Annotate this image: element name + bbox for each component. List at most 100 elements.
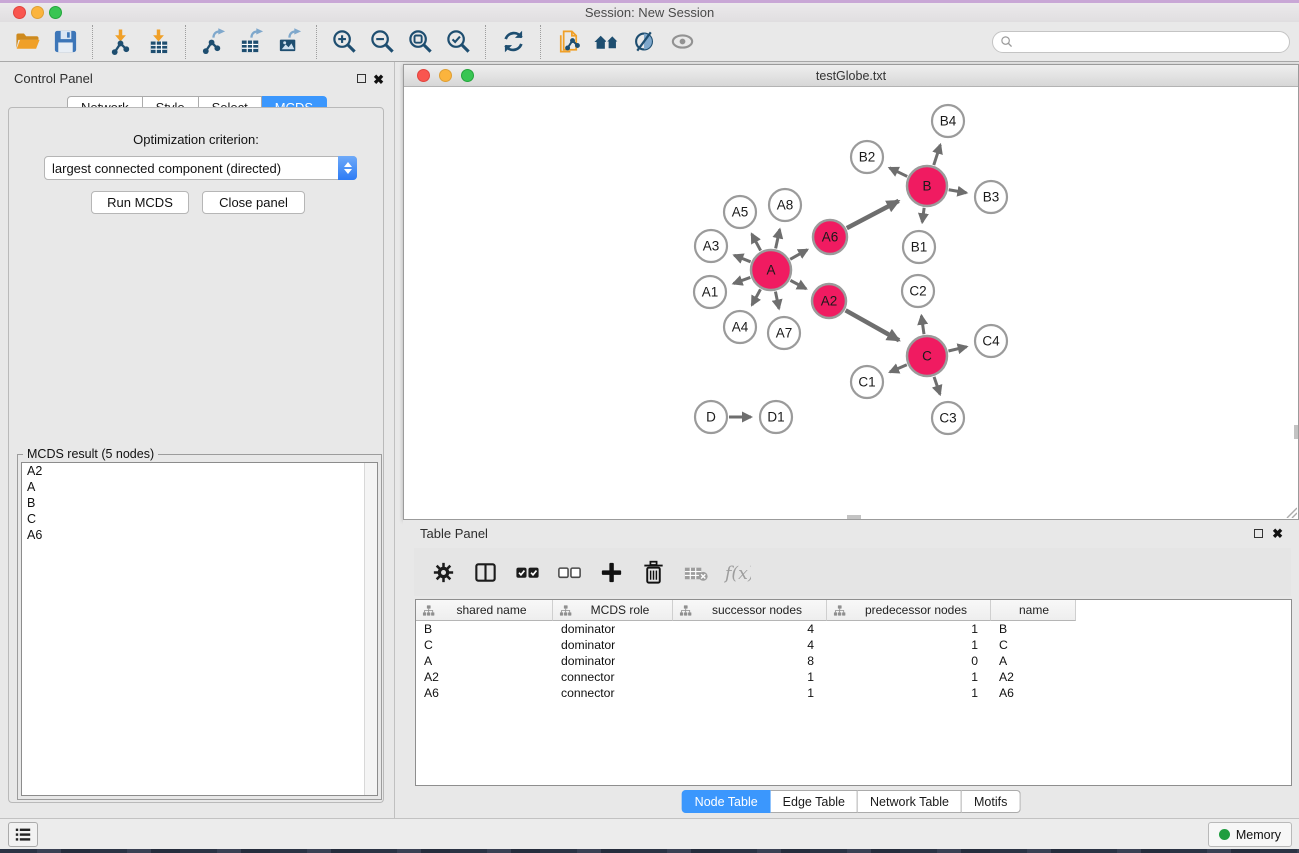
- table-cell[interactable]: 0: [827, 653, 991, 669]
- table-cell[interactable]: 1: [827, 669, 991, 685]
- import-network-button[interactable]: [103, 25, 137, 59]
- export-table-button[interactable]: [234, 25, 268, 59]
- graph-edge-A-A1[interactable]: [734, 277, 751, 283]
- graph-node-C3[interactable]: C3: [932, 402, 964, 434]
- column-header-successor-nodes[interactable]: successor nodes: [673, 600, 827, 621]
- tab-motifs[interactable]: Motifs: [962, 790, 1020, 813]
- graph-node-C2[interactable]: C2: [902, 275, 934, 307]
- mcds-list-scrollbar[interactable]: [364, 463, 377, 795]
- graph-edge-A2-C[interactable]: [846, 310, 900, 340]
- column-header-mcds-role[interactable]: MCDS role: [553, 600, 673, 621]
- settings-gear-button[interactable]: [426, 555, 460, 589]
- table-cell[interactable]: C: [991, 637, 1076, 653]
- graph-edge-B-B4[interactable]: [934, 145, 941, 165]
- graph-node-A3[interactable]: A3: [695, 230, 727, 262]
- zoom-selected-button[interactable]: [441, 25, 475, 59]
- close-panel-icon[interactable]: ✖: [373, 74, 384, 86]
- column-header-shared-name[interactable]: shared name: [416, 600, 553, 621]
- table-cell[interactable]: connector: [553, 669, 673, 685]
- graph-edge-B-B1[interactable]: [922, 208, 924, 222]
- graph-edge-C-C4[interactable]: [948, 347, 966, 351]
- graph-node-B[interactable]: B: [907, 166, 947, 206]
- network-close-button[interactable]: [417, 69, 430, 82]
- graph-edge-C-C1[interactable]: [890, 365, 907, 372]
- graph-node-A8[interactable]: A8: [769, 189, 801, 221]
- graph-node-D1[interactable]: D1: [760, 401, 792, 433]
- graph-node-B4[interactable]: B4: [932, 105, 964, 137]
- graph-edge-B-B3[interactable]: [949, 190, 967, 193]
- graph-node-C4[interactable]: C4: [975, 325, 1007, 357]
- mcds-result-item[interactable]: C: [22, 511, 377, 527]
- graph-node-C[interactable]: C: [907, 336, 947, 376]
- zoom-fit-button[interactable]: [403, 25, 437, 59]
- task-history-button[interactable]: [8, 822, 38, 847]
- mcds-result-item[interactable]: A6: [22, 527, 377, 543]
- zoom-in-button[interactable]: [327, 25, 361, 59]
- tab-edge-table[interactable]: Edge Table: [771, 790, 858, 813]
- save-session-button[interactable]: [48, 25, 82, 59]
- deselect-all-button[interactable]: [552, 555, 586, 589]
- network-minimize-button[interactable]: [439, 69, 452, 82]
- column-header-name[interactable]: name: [991, 600, 1076, 621]
- mcds-result-item[interactable]: A: [22, 479, 377, 495]
- graph-node-B3[interactable]: B3: [975, 181, 1007, 213]
- table-cell[interactable]: C: [416, 637, 553, 653]
- table-cell[interactable]: B: [416, 621, 553, 637]
- table-cell[interactable]: 1: [827, 685, 991, 701]
- table-cell[interactable]: 1: [673, 669, 827, 685]
- resize-grip-icon[interactable]: [1284, 505, 1297, 518]
- column-header-predecessor-nodes[interactable]: predecessor nodes: [827, 600, 991, 621]
- toggle-column-panel-button[interactable]: [468, 555, 502, 589]
- table-float-icon[interactable]: [1254, 529, 1263, 538]
- float-panel-icon[interactable]: [357, 74, 366, 83]
- table-cell[interactable]: A2: [416, 669, 553, 685]
- table-row[interactable]: A6connector11A6: [416, 685, 1291, 701]
- hide-graphics-details-button[interactable]: [627, 25, 661, 59]
- graph-edge-C-C2[interactable]: [921, 316, 924, 334]
- graph-edge-A-A3[interactable]: [734, 255, 750, 262]
- close-panel-button[interactable]: Close panel: [202, 191, 305, 214]
- graph-node-A[interactable]: A: [751, 250, 791, 290]
- table-cell[interactable]: B: [991, 621, 1076, 637]
- table-cell[interactable]: A: [991, 653, 1076, 669]
- table-row[interactable]: Bdominator41B: [416, 621, 1291, 637]
- open-session-button[interactable]: [10, 25, 44, 59]
- table-row[interactable]: A2connector11A2: [416, 669, 1291, 685]
- table-row[interactable]: Cdominator41C: [416, 637, 1291, 653]
- table-close-icon[interactable]: ✖: [1272, 528, 1283, 540]
- zoom-out-button[interactable]: [365, 25, 399, 59]
- export-image-button[interactable]: [272, 25, 306, 59]
- table-row[interactable]: Adominator80A: [416, 653, 1291, 669]
- table-cell[interactable]: 1: [827, 637, 991, 653]
- mcds-result-item[interactable]: B: [22, 495, 377, 511]
- table-cell[interactable]: dominator: [553, 637, 673, 653]
- add-column-button[interactable]: [594, 555, 628, 589]
- table-cell[interactable]: 8: [673, 653, 827, 669]
- graph-node-A2[interactable]: A2: [812, 284, 846, 318]
- graph-edge-A-A6[interactable]: [790, 250, 807, 260]
- delete-column-button[interactable]: [636, 555, 670, 589]
- graph-edge-A-A2[interactable]: [790, 280, 806, 288]
- search-field[interactable]: [992, 31, 1290, 53]
- graph-node-A6[interactable]: A6: [813, 220, 847, 254]
- mcds-result-item[interactable]: A2: [22, 463, 377, 479]
- graph-node-A7[interactable]: A7: [768, 317, 800, 349]
- graph-node-A5[interactable]: A5: [724, 196, 756, 228]
- graph-edge-A-A7[interactable]: [775, 292, 779, 309]
- network-zoom-button[interactable]: [461, 69, 474, 82]
- run-mcds-button[interactable]: Run MCDS: [91, 191, 189, 214]
- table-cell[interactable]: A6: [991, 685, 1076, 701]
- search-input[interactable]: [1019, 33, 1289, 51]
- network-from-file-button[interactable]: [551, 25, 585, 59]
- graph-node-C1[interactable]: C1: [851, 366, 883, 398]
- graph-node-A1[interactable]: A1: [694, 276, 726, 308]
- table-cell[interactable]: connector: [553, 685, 673, 701]
- export-network-button[interactable]: [196, 25, 230, 59]
- table-cell[interactable]: 1: [827, 621, 991, 637]
- select-all-button[interactable]: [510, 555, 544, 589]
- network-canvas[interactable]: ABCA6A2A1A3A4A5A7A8B1B2B3B4C1C2C3C4DD1: [404, 87, 1298, 519]
- apply-layout-button[interactable]: [496, 25, 530, 59]
- graph-edge-B-B2[interactable]: [890, 168, 908, 177]
- graph-edge-A-A4[interactable]: [752, 289, 761, 305]
- tab-node-table[interactable]: Node Table: [682, 790, 771, 813]
